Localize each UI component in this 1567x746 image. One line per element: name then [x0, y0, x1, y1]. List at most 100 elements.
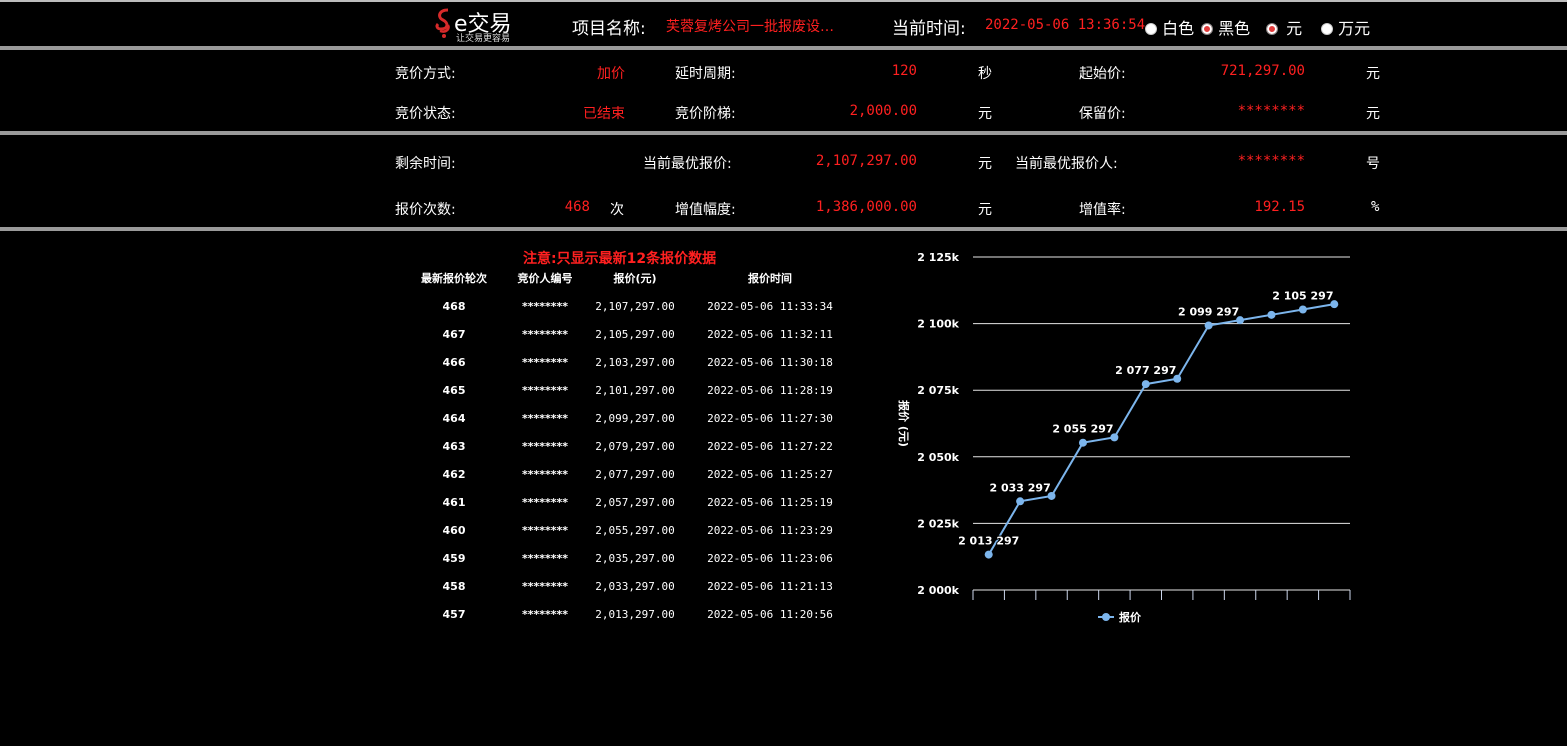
cell-round: 457: [442, 608, 466, 621]
project-name: 芙蓉复烤公司一批报废设…: [666, 19, 834, 35]
legend-label: 报价: [1119, 610, 1142, 624]
cell-price: 2,107,297.00: [595, 300, 675, 313]
rate-label: 增值率:: [1079, 202, 1126, 218]
cell-bidder: ********: [521, 552, 569, 565]
data-label: 2 055 297: [1052, 423, 1113, 436]
cell-time: 2022-05-06 11:33:34: [707, 300, 833, 313]
cell-round: 460: [442, 524, 466, 537]
theme-white-option[interactable]: 白色: [1145, 15, 1194, 39]
theme-white-label: 白色: [1162, 19, 1195, 38]
bid-table: 最新报价轮次 竞价人编号 报价(元) 报价时间 468 ******** 2,107…: [408, 270, 848, 636]
unit-yuan-label: 元: [1286, 19, 1303, 38]
reserve-value: ********: [1237, 103, 1305, 119]
data-point: [984, 550, 993, 559]
col-header-price: 报价(元): [613, 272, 657, 285]
cell-bidder: ********: [521, 496, 569, 509]
delay-label: 延时周期:: [675, 66, 736, 82]
cell-round: 466: [442, 356, 466, 369]
delay-value: 120: [891, 63, 917, 79]
unit-wanyuan-label: 万元: [1338, 19, 1371, 38]
y-tick-label: 2 050k: [917, 451, 959, 464]
cell-bidder: ********: [521, 468, 569, 481]
data-point: [1330, 300, 1339, 309]
cell-price: 2,055,297.00: [595, 524, 675, 537]
cell-time: 2022-05-06 11:25:27: [707, 468, 833, 481]
cell-price: 2,057,297.00: [595, 496, 675, 509]
logo-slogan: 让交易更容易: [456, 34, 511, 44]
cell-bidder: ********: [521, 608, 569, 621]
table-row: 467 ******** 2,105,297.00 2022-05-06 11:32:…: [408, 328, 848, 356]
col-header-time: 报价时间: [748, 272, 792, 285]
unit-wanyuan-radio[interactable]: [1321, 23, 1333, 35]
cell-time: 2022-05-06 11:23:29: [707, 524, 833, 537]
project-label: 项目名称:: [572, 19, 646, 39]
table-row: 465 ******** 2,101,297.00 2022-05-06 11:28:…: [408, 384, 848, 412]
count-label: 报价次数:: [395, 202, 456, 218]
status-label: 竞价状态:: [395, 106, 456, 122]
cell-round: 468: [442, 300, 466, 313]
theme-black-radio[interactable]: [1201, 23, 1213, 35]
logo-icon: [435, 8, 450, 38]
cell-bidder: ********: [521, 524, 569, 537]
start-price-unit: 元: [1366, 66, 1380, 82]
data-point: [1047, 491, 1056, 500]
start-price-label: 起始价:: [1079, 66, 1126, 82]
data-point: [1236, 316, 1245, 325]
cell-bidder: ********: [521, 384, 569, 397]
table-row: 462 ******** 2,077,297.00 2022-05-06 11:25:…: [408, 468, 848, 496]
table-row: 459 ******** 2,035,297.00 2022-05-06 11:23:…: [408, 552, 848, 580]
unit-yuan-option[interactable]: 元: [1266, 15, 1302, 39]
theme-black-option[interactable]: 黑色: [1201, 15, 1250, 39]
cell-bidder: ********: [521, 356, 569, 369]
cell-time: 2022-05-06 11:21:13: [707, 580, 833, 593]
table-row: 468 ******** 2,107,297.00 2022-05-06 11:33:…: [408, 300, 848, 328]
table-notice: 注意:只显示最新12条报价数据: [523, 251, 717, 267]
cell-round: 461: [442, 496, 466, 509]
table-header-row: 最新报价轮次 竞价人编号 报价(元) 报价时间: [408, 270, 848, 290]
top-border: [0, 0, 1567, 2]
cell-price: 2,013,297.00: [595, 608, 675, 621]
data-label: 2 033 297: [990, 481, 1051, 494]
legend-marker: [1102, 613, 1110, 621]
cell-price: 2,077,297.00: [595, 468, 675, 481]
count-unit: 次: [610, 202, 624, 218]
step-label: 竞价阶梯:: [675, 106, 736, 122]
y-axis-label: 报价 (元): [897, 400, 911, 447]
step-value: 2,000.00: [849, 103, 917, 119]
cell-price: 2,079,297.00: [595, 440, 675, 453]
theme-black-label: 黑色: [1218, 19, 1251, 38]
unit-wanyuan-option[interactable]: 万元: [1321, 15, 1370, 39]
unit-yuan-radio[interactable]: [1266, 23, 1278, 35]
cell-bidder: ********: [521, 328, 569, 341]
data-point: [1110, 433, 1119, 442]
data-point: [1141, 380, 1150, 389]
cell-price: 2,103,297.00: [595, 356, 675, 369]
logo: e交易 让交易更容易: [434, 7, 524, 44]
table-row: 464 ******** 2,099,297.00 2022-05-06 11:27:…: [408, 412, 848, 440]
data-point: [1173, 374, 1182, 383]
increase-unit: 元: [978, 202, 992, 218]
cell-round: 467: [442, 328, 466, 341]
current-time: 2022-05-06 13:36:54: [985, 17, 1146, 33]
cell-bidder: ********: [521, 580, 569, 593]
cell-round: 459: [442, 552, 466, 565]
count-value: 468: [564, 199, 590, 215]
data-label: 2 077 297: [1115, 364, 1176, 377]
cell-time: 2022-05-06 11:27:30: [707, 412, 833, 425]
remaining-label: 剩余时间:: [395, 156, 456, 172]
col-header-bidder: 竞价人编号: [517, 272, 573, 285]
data-point: [1016, 497, 1025, 506]
reserve-label: 保留价:: [1079, 106, 1126, 122]
theme-white-radio[interactable]: [1145, 23, 1157, 35]
series-line: [987, 303, 1335, 556]
best-bidder-unit: 号: [1366, 156, 1380, 172]
cell-bidder: ********: [521, 300, 569, 313]
y-tick-label: 2 100k: [917, 318, 959, 331]
cell-bidder: ********: [521, 412, 569, 425]
data-point: [1267, 310, 1276, 319]
divider-3: [0, 227, 1567, 231]
y-tick-label: 2 075k: [917, 384, 959, 397]
data-label: 2 105 297: [1272, 289, 1333, 302]
price-chart: 2 000k 2 025k 2 050k 2 075k 2 100k 2 125k 报价 (…: [897, 251, 1351, 624]
table-row: 461 ******** 2,057,297.00 2022-05-06 11:25:…: [408, 496, 848, 524]
